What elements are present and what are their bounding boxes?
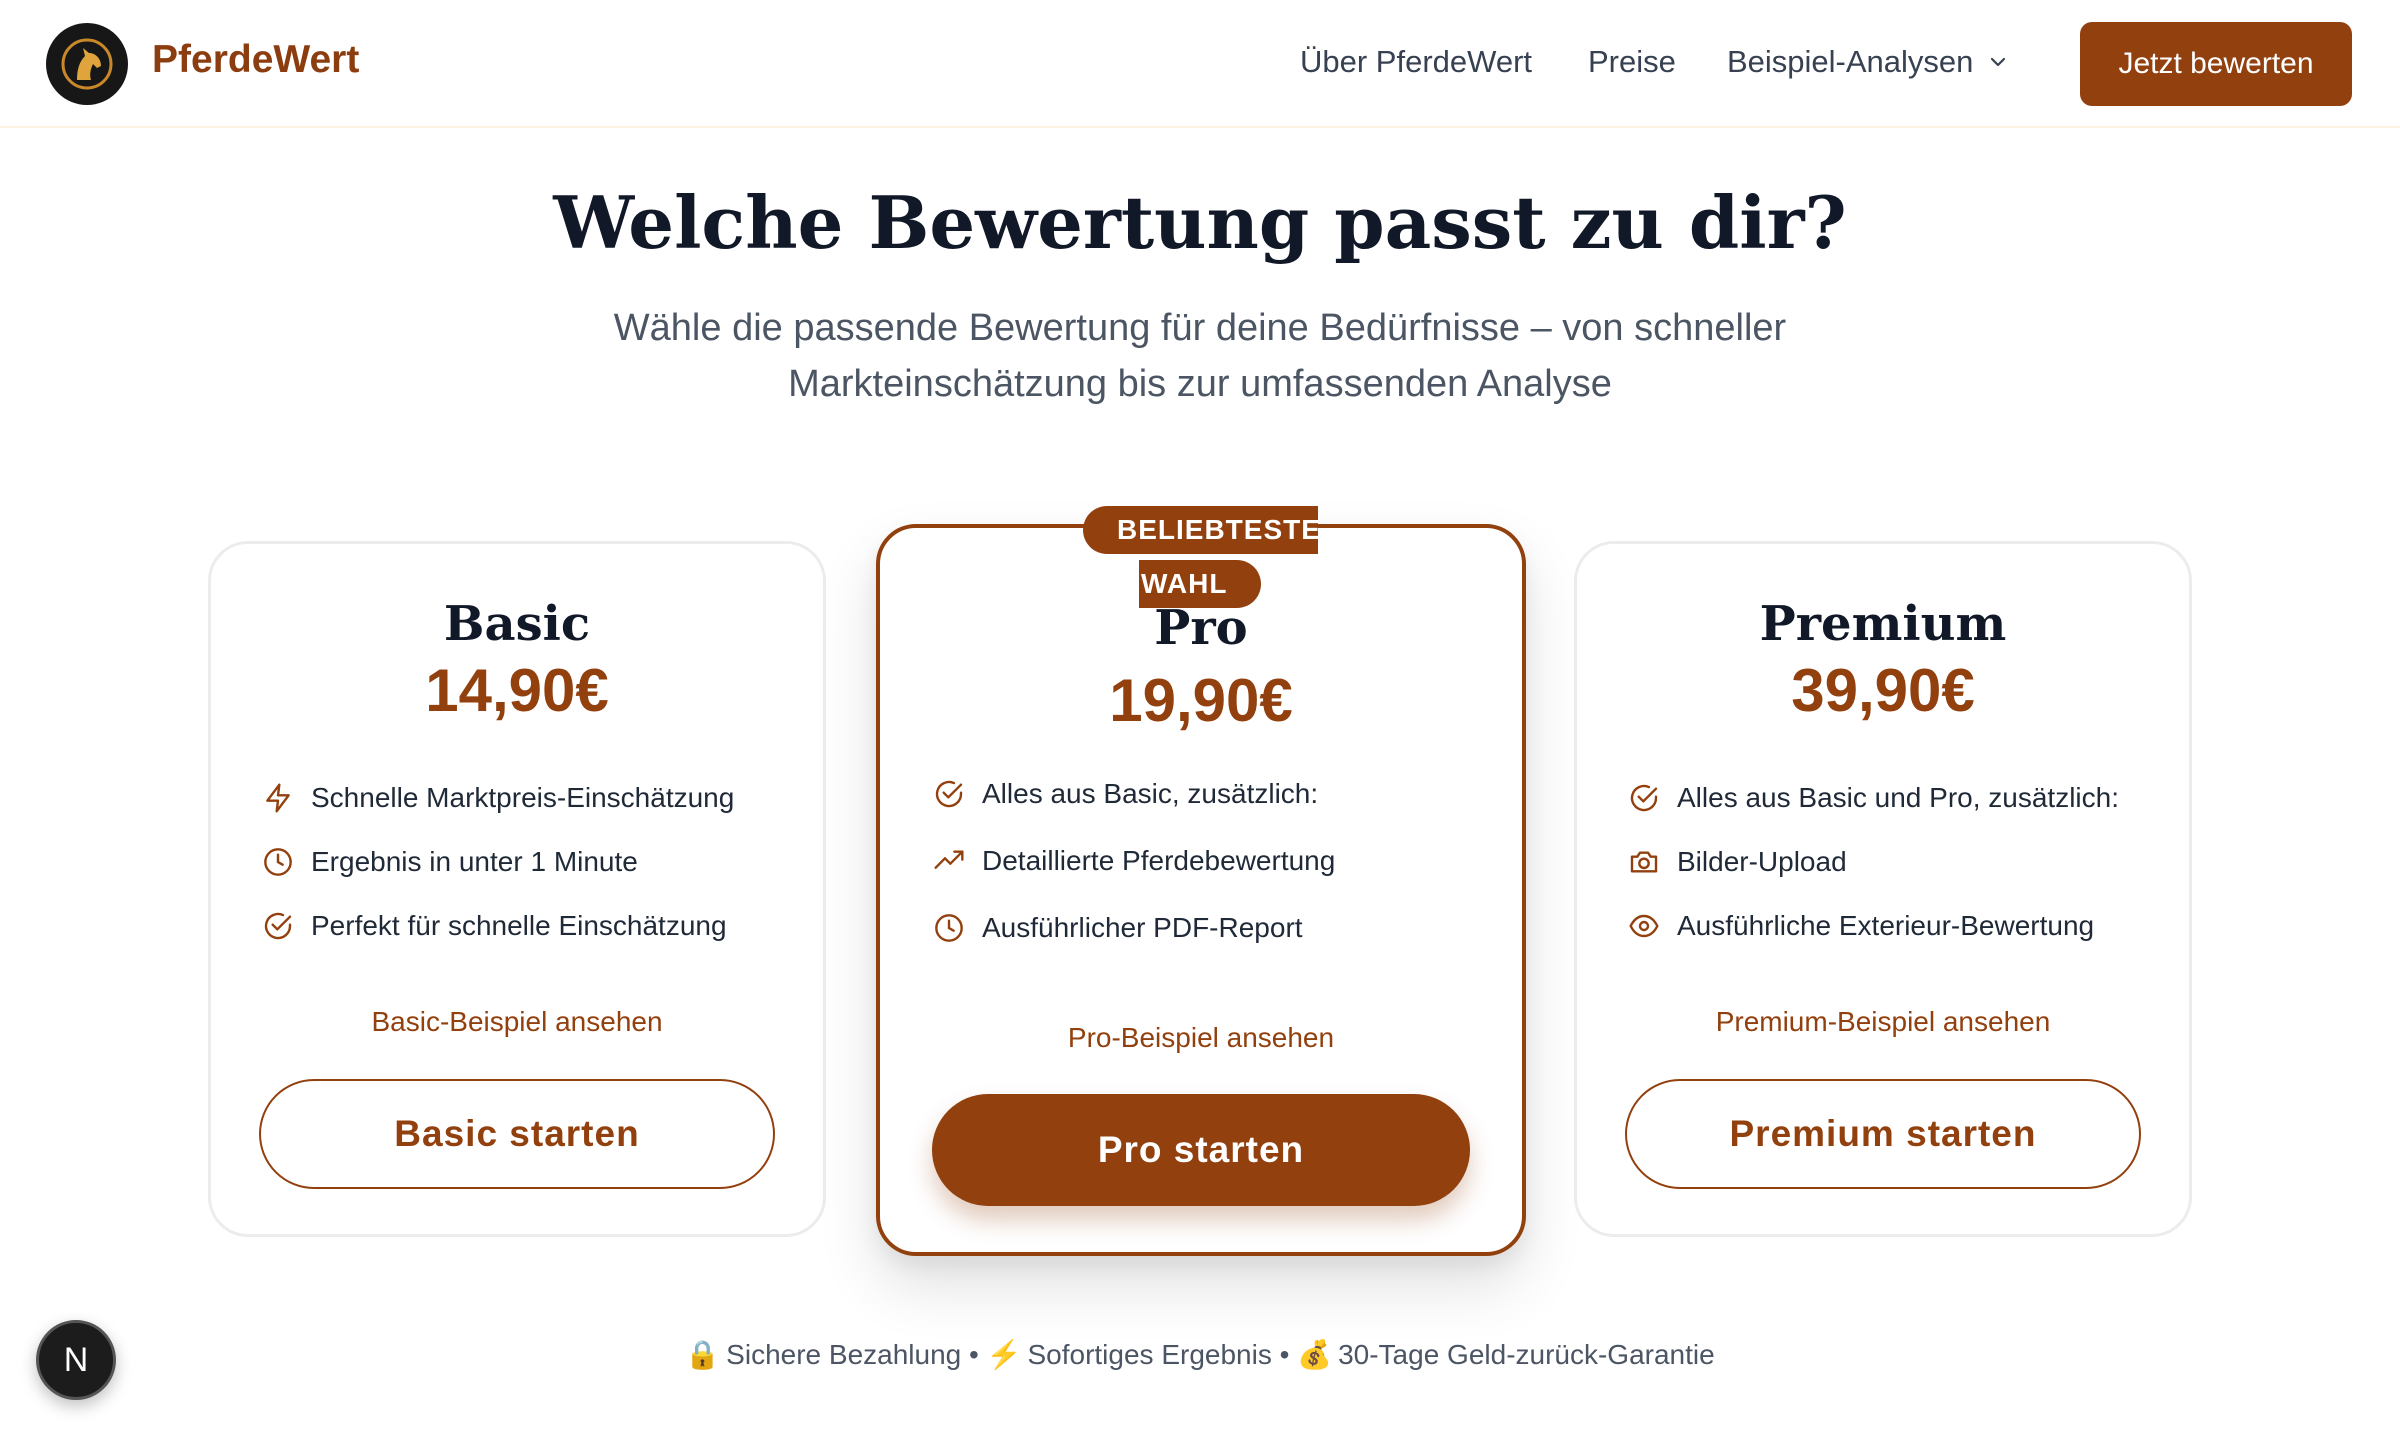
subtitle-line-2: Markteinschätzung bis zur umfassenden An… <box>788 363 1612 405</box>
clock-icon <box>261 845 295 879</box>
chevron-down-icon <box>1991 57 2006 67</box>
feature-text: Bilder-Upload <box>1677 846 1847 877</box>
site-header: PferdeWert Über PferdeWert Preise Beispi… <box>0 0 2400 128</box>
feature-list: Schnelle Marktpreis-Einschätzung Ergebni… <box>261 766 734 958</box>
check-circle-icon <box>261 909 295 943</box>
plan-card-basic: Basic 14,90€ Schnelle Marktpreis-Einschä… <box>208 541 826 1237</box>
lightning-icon: ⚡ <box>986 1339 1022 1370</box>
trust-money-back: 30-Tage Geld-zurück-Garantie <box>1338 1339 1715 1370</box>
clock-icon <box>932 911 966 945</box>
list-item: Perfekt für schnelle Einschätzung <box>261 894 734 958</box>
list-item: Alles aus Basic und Pro, zusätzlich: <box>1627 766 2119 830</box>
feature-text: Detaillierte Pferdebewertung <box>982 844 1336 876</box>
list-item: Schnelle Marktpreis-Einschätzung <box>261 766 734 830</box>
list-item: Ausführliche Exterieur-Bewertung <box>1627 894 2119 958</box>
feature-text: Perfekt für schnelle Einschätzung <box>311 910 727 941</box>
plan-title: Basic <box>443 596 591 652</box>
plan-title: Pro <box>1154 600 1248 656</box>
nav-dropdown-examples[interactable]: Beispiel-Analysen <box>1727 44 2009 80</box>
plan-price: 39,90€ <box>1791 657 1975 724</box>
feature-text: Alles aus Basic, zusätzlich: <box>982 777 1319 809</box>
brand-name[interactable]: PferdeWert <box>152 38 359 82</box>
list-item: Bilder-Upload <box>1627 830 2119 894</box>
basic-example-link[interactable]: Basic-Beispiel ansehen <box>211 1006 823 1038</box>
list-item: Ausführlicher PDF-Report <box>932 894 1335 961</box>
subtitle-line-1: Wähle die passende Bewertung für deine B… <box>613 307 1787 349</box>
trust-line: 🔒 Sichere Bezahlung • ⚡ Sofortiges Ergebni… <box>0 1338 2400 1371</box>
evaluate-now-button[interactable]: Jetzt bewerten <box>2080 22 2352 106</box>
popular-badge-line-1: BELIEBTESTE <box>1083 506 1320 554</box>
feature-text: Schnelle Marktpreis-Einschätzung <box>311 782 735 813</box>
plan-card-pro: Pro 19,90€ Alles aus Basic, zusätzlich: … <box>876 524 1526 1256</box>
feature-list: Alles aus Basic, zusätzlich: Detailliert… <box>932 760 1335 961</box>
premium-start-button[interactable]: Premium starten <box>1625 1079 2141 1189</box>
lightning-icon <box>261 781 295 815</box>
popular-badge-line-2: WAHL <box>1139 560 1261 608</box>
nextjs-dev-badge[interactable]: N <box>36 1320 116 1400</box>
check-circle-icon <box>1627 781 1661 815</box>
list-item: Ergebnis in unter 1 Minute <box>261 830 734 894</box>
pro-start-button[interactable]: Pro starten <box>932 1094 1470 1206</box>
feature-text: Alles aus Basic und Pro, zusätzlich: <box>1677 782 2119 813</box>
feature-text: Ergebnis in unter 1 Minute <box>311 846 638 877</box>
horse-head-icon <box>61 38 113 90</box>
trust-instant-result: Sofortiges Ergebnis <box>1027 1339 1272 1370</box>
nav-link-prices[interactable]: Preise <box>1588 44 1676 80</box>
basic-start-button[interactable]: Basic starten <box>259 1079 775 1189</box>
check-circle-icon <box>932 777 966 811</box>
trust-separator: • <box>969 1339 979 1370</box>
plan-card-premium: Premium 39,90€ Alles aus Basic und Pro, … <box>1574 541 2192 1237</box>
trending-up-icon <box>932 844 966 878</box>
page-subtitle: Wähle die passende Bewertung für deine B… <box>540 300 1860 412</box>
premium-example-link[interactable]: Premium-Beispiel ansehen <box>1577 1006 2189 1038</box>
feature-text: Ausführlicher PDF-Report <box>982 911 1303 943</box>
pro-example-link[interactable]: Pro-Beispiel ansehen <box>880 1022 1522 1054</box>
list-item: Detaillierte Pferdebewertung <box>932 827 1335 894</box>
trust-secure-payment: Sichere Bezahlung <box>726 1339 962 1370</box>
logo[interactable] <box>46 23 128 105</box>
lock-icon: 🔒 <box>685 1339 721 1370</box>
trust-separator: • <box>1279 1339 1290 1370</box>
nav-link-about[interactable]: Über PferdeWert <box>1300 44 1532 80</box>
plan-price: 14,90€ <box>425 657 609 724</box>
eye-icon <box>1627 909 1661 943</box>
plan-price: 19,90€ <box>1109 667 1293 734</box>
list-item: Alles aus Basic, zusätzlich: <box>932 760 1335 827</box>
feature-text: Ausführliche Exterieur-Bewertung <box>1677 910 2095 941</box>
page-title: Welche Bewertung passt zu dir? <box>553 180 1847 265</box>
nav-dropdown-label: Beispiel-Analysen <box>1727 44 1974 79</box>
money-bag-icon: 💰 <box>1297 1339 1333 1370</box>
camera-icon <box>1627 845 1661 879</box>
feature-list: Alles aus Basic und Pro, zusätzlich: Bil… <box>1627 766 2119 958</box>
plan-title: Premium <box>1759 596 2007 652</box>
